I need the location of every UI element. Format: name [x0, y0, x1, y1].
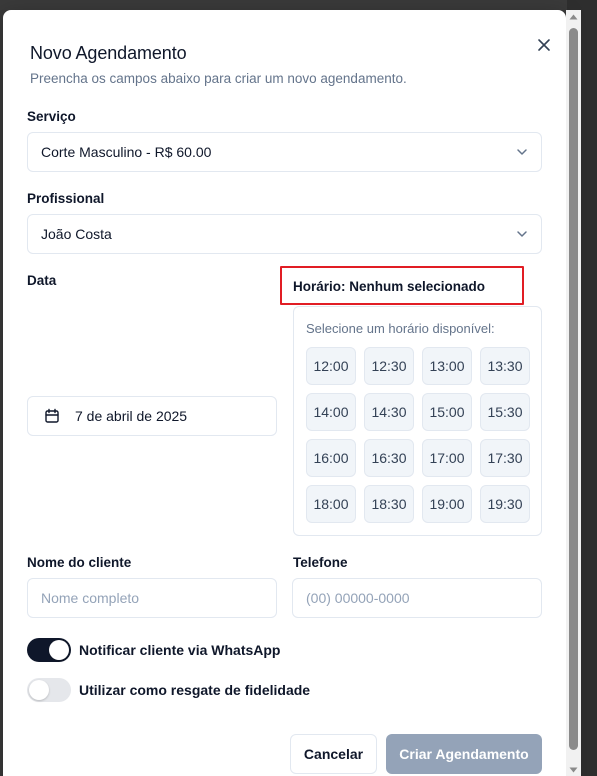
phone-input[interactable] — [292, 578, 542, 618]
dialog-title: Novo Agendamento — [30, 43, 187, 63]
time-slot[interactable]: 15:00 — [422, 393, 472, 431]
professional-select[interactable]: João Costa — [27, 214, 542, 254]
time-slot[interactable]: 15:30 — [480, 393, 530, 431]
time-slot[interactable]: 14:00 — [306, 393, 356, 431]
close-button[interactable] — [533, 34, 555, 56]
close-icon — [538, 39, 550, 51]
service-selected-value: Corte Masculino - R$ 60.00 — [41, 144, 212, 160]
dialog-subtitle: Preencha os campos abaixo para criar um … — [30, 71, 407, 86]
date-label: Data — [27, 273, 57, 288]
time-slot[interactable]: 19:00 — [422, 485, 472, 523]
date-value: 7 de abril de 2025 — [75, 408, 188, 424]
whatsapp-toggle-label: Notificar cliente via WhatsApp — [79, 642, 281, 658]
time-slot[interactable]: 12:30 — [364, 347, 414, 385]
chevron-down-icon — [517, 231, 527, 237]
time-slot[interactable]: 16:30 — [364, 439, 414, 477]
create-appointment-button[interactable]: Criar Agendamento — [386, 734, 542, 774]
professional-selected-value: João Costa — [41, 226, 112, 242]
phone-label: Telefone — [293, 555, 348, 570]
time-slot[interactable]: 18:30 — [364, 485, 414, 523]
date-picker-button[interactable]: 7 de abril de 2025 — [27, 396, 277, 436]
calendar-icon — [45, 408, 59, 423]
scroll-up-arrow-icon[interactable] — [569, 13, 578, 21]
time-label: Horário: Nenhum selecionado — [293, 279, 486, 294]
time-slot[interactable]: 13:30 — [480, 347, 530, 385]
toggle-knob — [49, 640, 69, 660]
loyalty-toggle-label: Utilizar como resgate de fidelidade — [79, 682, 311, 698]
time-slots-hint: Selecione um horário disponível: — [306, 321, 495, 336]
time-slot[interactable]: 17:30 — [480, 439, 530, 477]
toggle-knob — [29, 680, 49, 700]
scroll-down-arrow-icon[interactable] — [569, 766, 578, 774]
client-name-label: Nome do cliente — [27, 555, 132, 570]
time-slot[interactable]: 18:00 — [306, 485, 356, 523]
service-label: Serviço — [27, 109, 76, 124]
client-name-input[interactable] — [27, 578, 277, 618]
professional-label: Profissional — [27, 191, 105, 206]
time-slot[interactable]: 16:00 — [306, 439, 356, 477]
time-slot[interactable]: 17:00 — [422, 439, 472, 477]
scrollbar-thumb[interactable] — [569, 28, 578, 750]
time-slots-panel: Selecione um horário disponível: 12:00 1… — [293, 306, 542, 536]
cancel-button[interactable]: Cancelar — [290, 734, 377, 774]
chevron-down-icon — [517, 149, 527, 155]
whatsapp-toggle[interactable] — [27, 638, 71, 662]
time-slot[interactable]: 13:00 — [422, 347, 472, 385]
time-slot[interactable]: 19:30 — [480, 485, 530, 523]
time-slot[interactable]: 14:30 — [364, 393, 414, 431]
loyalty-toggle[interactable] — [27, 678, 71, 702]
time-slot[interactable]: 12:00 — [306, 347, 356, 385]
service-select[interactable]: Corte Masculino - R$ 60.00 — [27, 132, 542, 172]
